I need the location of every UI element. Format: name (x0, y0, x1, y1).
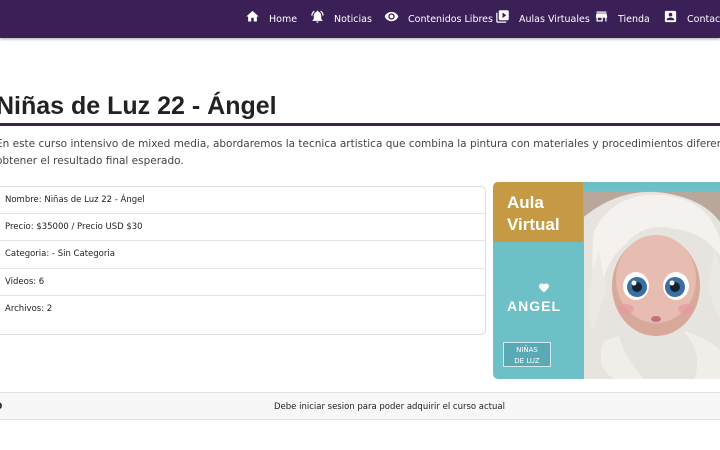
description-line-1: En este curso intensivo de mixed media, … (0, 138, 720, 150)
login-required-message: Debe iniciar sesion para poder adquirir … (274, 402, 505, 412)
footer-left-value: 0 (0, 393, 2, 421)
home-icon (246, 10, 259, 21)
nav-free-content[interactable]: Contenidos Libres (384, 0, 493, 38)
nav-news[interactable]: Noticias (310, 0, 372, 38)
nav-home[interactable]: Home (245, 0, 297, 38)
info-videos: Videos: 6 (0, 269, 485, 296)
cover-aula-line2: Virtual (507, 215, 560, 234)
nav-virtual-classrooms[interactable]: Aulas Virtuales (495, 0, 590, 38)
cover-badge-line1: NIÑAS (516, 346, 538, 354)
heart-icon (539, 283, 549, 293)
bell-icon (311, 10, 324, 23)
cover-aula-line1: Aula (507, 193, 544, 212)
page-title: Niñas de Luz 22 - Ángel (0, 92, 277, 120)
nav-virtual-classrooms-label: Aulas Virtuales (519, 13, 590, 25)
nav-store-label: Tienda (618, 13, 650, 25)
video-library-icon (496, 9, 509, 23)
info-category: Categoria: - Sin Categoria (0, 241, 485, 269)
course-info-list: Nombre: Niñas de Luz 22 - Ángel Precio: … (0, 186, 486, 335)
nav-home-label: Home (269, 13, 298, 25)
eye-icon (384, 11, 399, 21)
contact-card-icon (664, 10, 677, 22)
course-description: En este curso intensivo de mixed media, … (0, 136, 720, 170)
info-files: Archivos: 2 (5, 304, 53, 315)
cover-brand-badge: NIÑAS DE LUZ (503, 342, 551, 367)
nav-store[interactable]: Tienda (594, 0, 650, 38)
nav-contact-label: Contacto (687, 13, 720, 25)
nav-contact[interactable]: Contacto (663, 0, 720, 38)
cover-badge-line2: DE LUZ (514, 357, 540, 365)
nav-free-content-label: Contenidos Libres (408, 13, 493, 25)
top-navbar: Home Noticias Contenidos Libres Aulas Vi… (0, 0, 720, 38)
purchase-notice-bar: 0 Debe iniciar sesion para poder adquiri… (0, 392, 720, 420)
description-line-2: obtener el resultado final esperado. (0, 155, 184, 167)
store-icon (595, 11, 608, 21)
course-cover-image: Aula Virtual ANGEL NIÑAS DE LUZ (493, 182, 720, 379)
cover-aula-virtual: Aula Virtual (507, 192, 560, 236)
title-divider (0, 123, 720, 126)
cover-angel-text: ANGEL (507, 298, 561, 314)
nav-news-label: Noticias (334, 13, 372, 25)
info-name: Nombre: Niñas de Luz 22 - Ángel (0, 187, 485, 215)
angel-doll-portrait (584, 191, 720, 379)
info-price: Precio: $35000 / Precio USD $30 (0, 214, 485, 242)
